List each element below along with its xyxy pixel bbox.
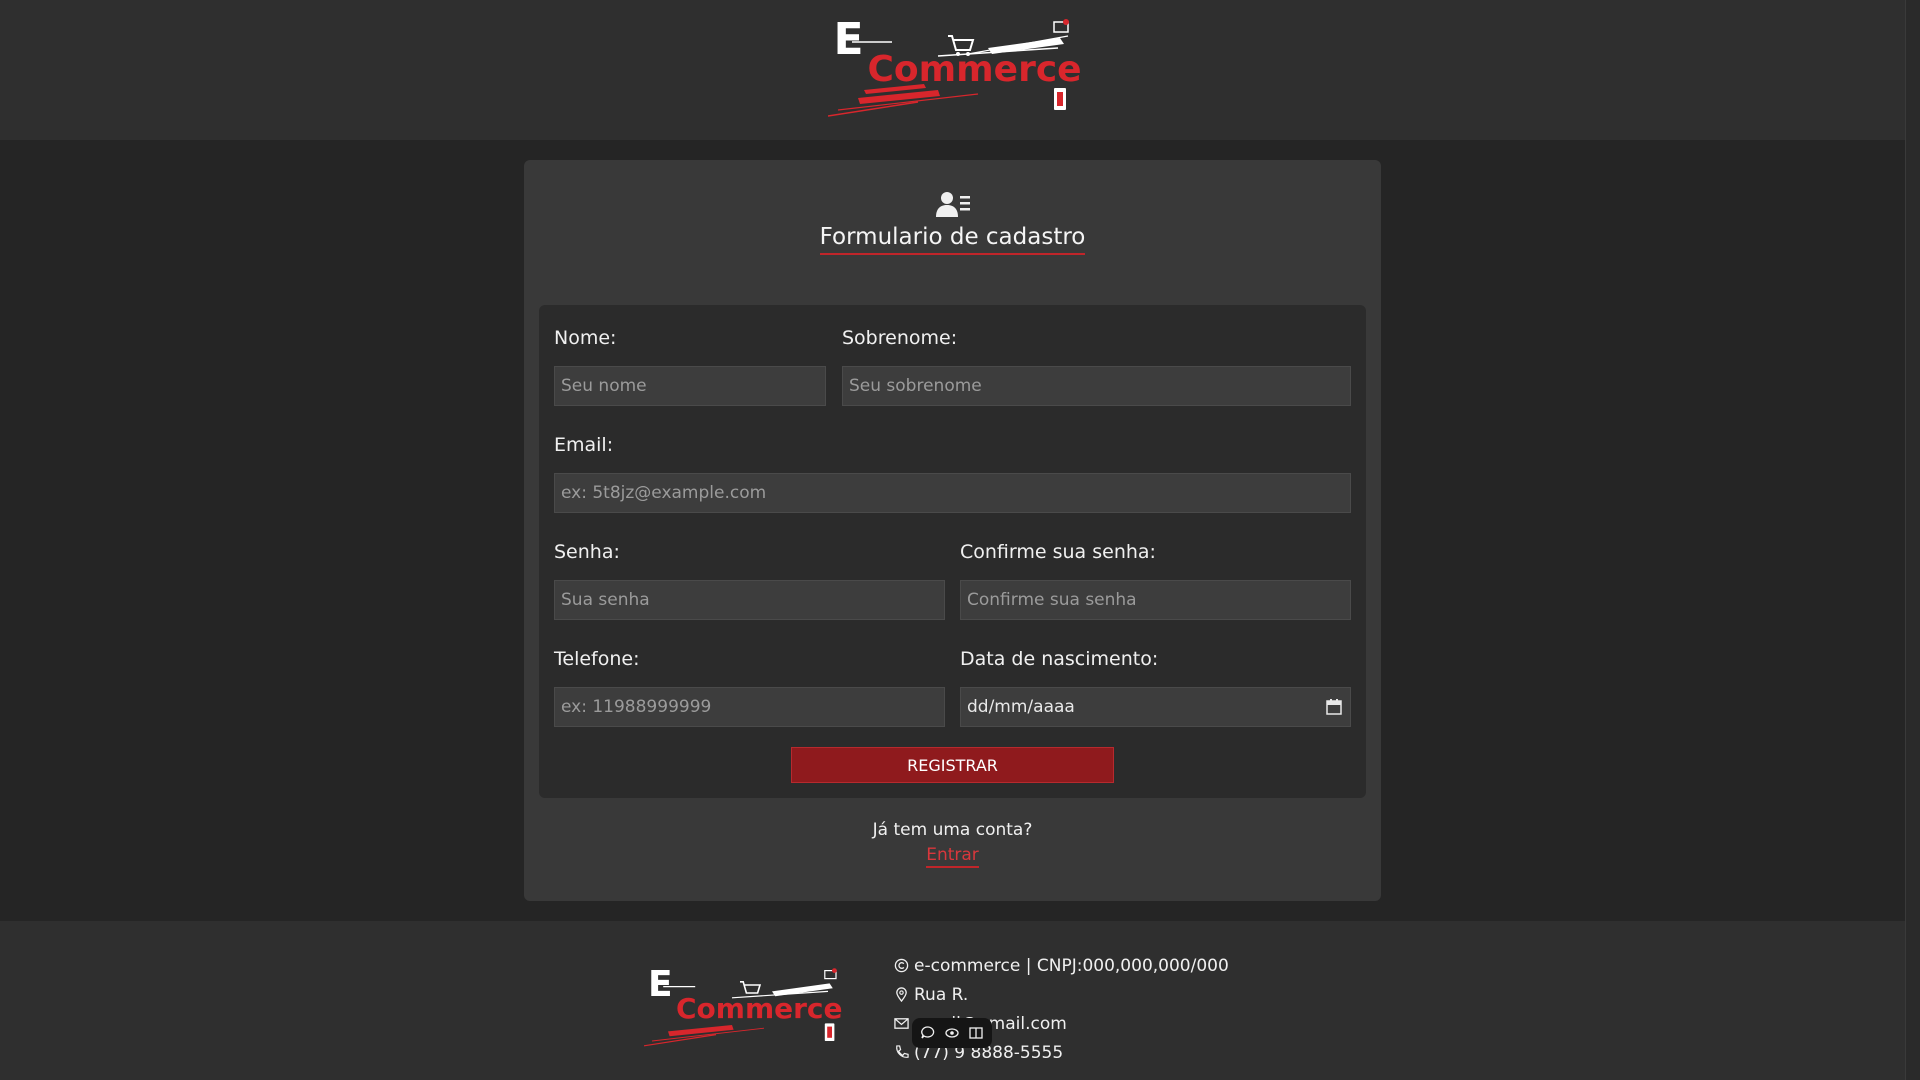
date-value: dd/mm/aaaa: [967, 697, 1075, 717]
have-account-text: Já tem uma conta?: [872, 820, 1033, 840]
field-nascimento: Data de nascimento: dd/mm/aaaa: [960, 647, 1351, 727]
email-input[interactable]: [554, 473, 1351, 513]
form-title: Formulario de cadastro: [819, 224, 1086, 255]
footer-address: Rua R.: [894, 980, 1229, 1009]
logo-word: Commerce: [867, 49, 1082, 90]
card-header: Formulario de cadastro: [524, 190, 1381, 255]
field-telefone: Telefone:: [554, 647, 945, 727]
telefone-input[interactable]: [554, 687, 945, 727]
address-text: Rua R.: [914, 984, 969, 1005]
logo-letter: E: [833, 14, 864, 65]
book-icon[interactable]: [968, 1025, 984, 1041]
site-footer: E Commerce e-commerce | CNPJ:000,000,000…: [0, 921, 1905, 1080]
nascimento-label: Data de nascimento:: [960, 648, 1159, 670]
field-email: Email:: [554, 433, 1351, 513]
footer-copyright: e-commerce | CNPJ:000,000,000/000: [894, 951, 1229, 980]
footer-info: e-commerce | CNPJ:000,000,000/000 Rua R.…: [894, 951, 1229, 1067]
location-pin-icon: [896, 987, 907, 1002]
login-link-wrap: Entrar: [524, 845, 1381, 868]
brand-logo[interactable]: E Commerce: [827, 14, 1082, 122]
copyright-text: e-commerce | CNPJ:000,000,000/000: [914, 955, 1229, 976]
telefone-label: Telefone:: [554, 648, 640, 670]
floating-toolbar: [912, 1018, 992, 1048]
sobrenome-label: Sobrenome:: [842, 327, 958, 349]
footer-logo[interactable]: E Commerce: [644, 967, 844, 1051]
register-card: Formulario de cadastro Nome: Sobrenome: …: [524, 160, 1381, 901]
confirma-input[interactable]: [960, 580, 1351, 620]
page-scrollbar[interactable]: [1905, 0, 1920, 1080]
register-button[interactable]: REGISTRAR: [791, 747, 1114, 783]
senha-input[interactable]: [554, 580, 945, 620]
calendar-icon[interactable]: [1326, 699, 1342, 715]
field-senha: Senha:: [554, 540, 945, 620]
form-box: Nome: Sobrenome: Email: Senha: Confirme …: [539, 305, 1366, 798]
login-link[interactable]: Entrar: [926, 845, 979, 868]
sobrenome-input[interactable]: [842, 366, 1351, 406]
footer-logo-word: Commerce: [676, 992, 843, 1025]
user-list-icon: [935, 192, 970, 217]
site-header: E Commerce: [0, 0, 1905, 140]
nome-label: Nome:: [554, 327, 617, 349]
copyright-icon: [894, 958, 909, 973]
nascimento-date-input[interactable]: dd/mm/aaaa: [960, 687, 1351, 727]
footer-logo-letter: E: [648, 964, 673, 1005]
phone-icon: [896, 1045, 909, 1058]
field-nome: Nome:: [554, 326, 826, 406]
confirma-label: Confirme sua senha:: [960, 541, 1156, 563]
envelope-icon: [894, 1018, 909, 1029]
comment-icon[interactable]: [920, 1025, 936, 1041]
email-label: Email:: [554, 434, 614, 456]
senha-label: Senha:: [554, 541, 620, 563]
field-sobrenome: Sobrenome:: [842, 326, 1351, 406]
nome-input[interactable]: [554, 366, 826, 406]
field-confirma: Confirme sua senha:: [960, 540, 1351, 620]
eye-icon[interactable]: [944, 1025, 960, 1041]
